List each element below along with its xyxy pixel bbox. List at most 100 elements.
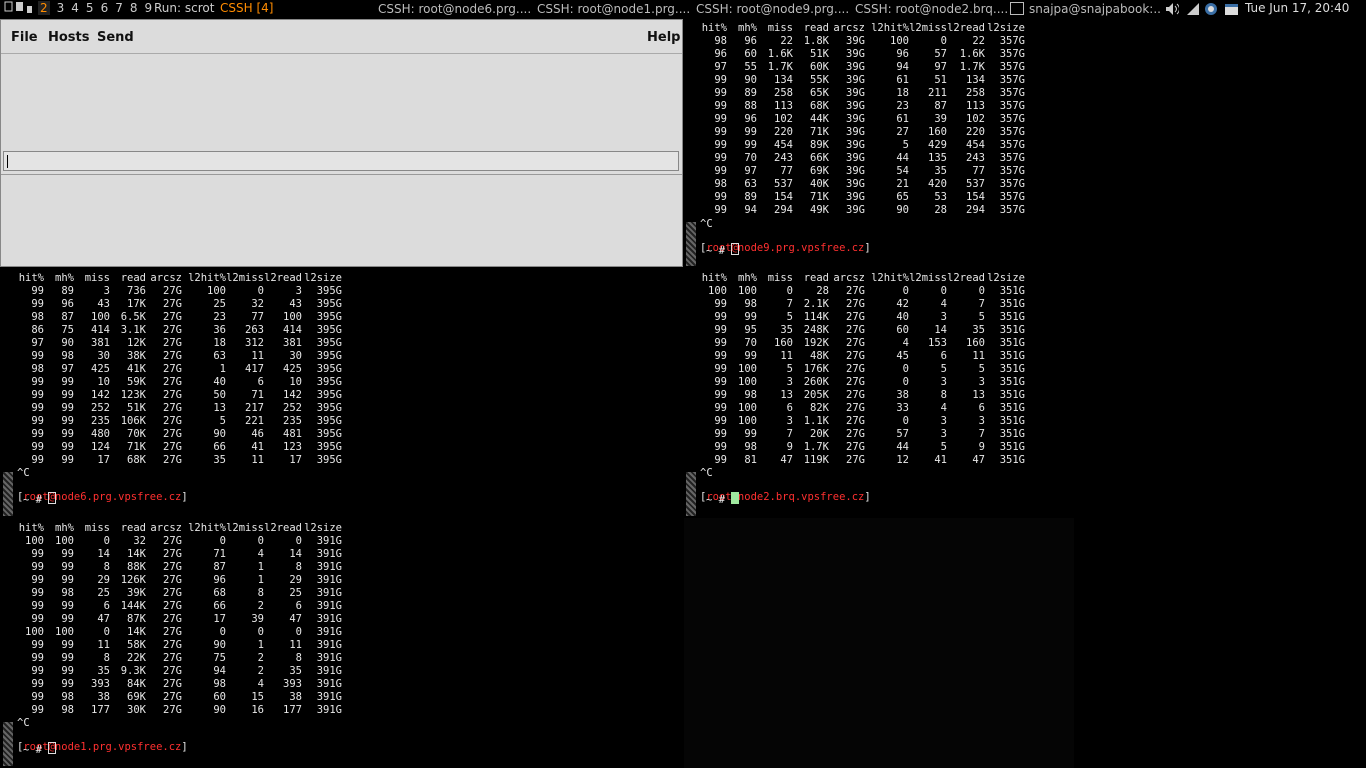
workspace-6[interactable]: 6 [101,1,109,15]
command-input[interactable] [3,151,679,171]
workspace-4[interactable]: 4 [71,1,79,15]
column-header: l2read [947,272,985,284]
stats-cell: 40 [213,376,226,388]
terminal-scrollbar[interactable] [686,472,696,516]
stats-cell: 14 [97,548,110,560]
calendar-icon[interactable] [1224,2,1238,16]
column-header: read [803,272,829,284]
stats-cell: 43 [97,298,110,310]
stats-cell: 27G [846,298,865,310]
task-cssh-node1[interactable]: CSSH: root@node1.prg.... [537,0,689,18]
stats-cell: 60 [896,324,909,336]
menu-hosts[interactable]: Hosts [48,30,90,45]
stats-cell: 39 [251,613,264,625]
stats-cell: 391G [316,574,342,586]
stats-cell: 429 [928,139,947,151]
stats-cell: 32 [251,298,264,310]
terminal-scrollbar[interactable] [686,222,696,266]
stats-cell: 99 [31,415,44,427]
stats-cell: 100 [25,626,44,638]
stats-cell: 39K [127,587,146,599]
stats-cell: 53 [934,191,947,203]
stats-row: 99 100 3 1.1K 27G 0 3 3 351G [697,415,1025,428]
stats-cell: 27G [846,363,865,375]
stats-cell: 351G [999,363,1025,375]
stats-cell: 71K [810,191,829,203]
terminal-node6[interactable]: hit% mh% miss read arcsz l2hit% l2miss l2read l2… [14,272,342,467]
stats-cell: 96 [896,48,909,60]
stats-cell: 23 [213,311,226,323]
stats-cell: 235 [283,415,302,427]
volume-icon[interactable] [1165,2,1179,16]
stats-cell: 99 [714,126,727,138]
stats-cell: 391G [316,691,342,703]
stats-cell: 351G [999,415,1025,427]
terminal-cursor [48,492,57,504]
stats-cell: 49K [810,204,829,216]
stats-cell: 425 [283,363,302,375]
stats-cell: 99 [61,454,74,466]
network-icon[interactable] [1204,2,1218,16]
stats-cell: 98 [744,389,757,401]
stats-cell: 99 [714,441,727,453]
stats-cell: 82K [810,402,829,414]
menu-file[interactable]: File [11,30,38,45]
task-cssh-node9[interactable]: CSSH: root@node9.prg.... [696,0,848,18]
stats-cell: 177 [283,704,302,716]
stats-cell: 391G [316,535,342,547]
stats-cell: 395G [316,454,342,466]
workspace-switcher[interactable]: 123456789 [38,1,159,15]
stats-cell: 84K [127,678,146,690]
stats-cell: 27G [163,652,182,664]
stats-cell: 27G [163,535,182,547]
terminal-node1[interactable]: hit% mh% miss read arcsz l2hit% l2miss l2read l2… [14,522,342,717]
stats-cell: 100 [738,402,757,414]
workspace-5[interactable]: 5 [86,1,94,15]
window-menu-icon[interactable] [4,0,34,19]
signal-icon[interactable] [1186,2,1200,16]
stats-row: 99 99 5 114K 27G 40 3 5 351G [697,311,1025,324]
workspace-7[interactable]: 7 [115,1,123,15]
task-cssh-node6[interactable]: CSSH: root@node6.prg.... [378,0,530,18]
menu-help[interactable]: Help [647,30,680,45]
terminal-scrollbar[interactable] [3,472,13,516]
stats-row: 99 99 10 59K 27G 40 6 10 395G [14,376,342,389]
task-cssh-node2[interactable]: CSSH: root@node2.brq.... [855,0,1007,18]
stats-cell: 391G [316,561,342,573]
stats-cell: 27G [163,626,182,638]
column-header: hit% [18,522,44,534]
stats-cell: 51 [934,74,947,86]
stats-cell: 99 [714,402,727,414]
stats-cell: 95 [744,324,757,336]
stats-cell: 0 [257,535,264,547]
stats-row: 99 90 134 55K 39G 61 51 134 357G [697,74,1025,87]
stats-cell: 27G [163,678,182,690]
task-terminal-snajpa[interactable]: snajpa@snajpabook:... [1010,0,1162,18]
stats-cell: 39G [846,178,865,190]
stats-cell: 97 [61,363,74,375]
workspace-9[interactable]: 9 [144,1,152,15]
stats-cell: 87 [934,100,947,112]
stats-cell: 27G [163,600,182,612]
stats-row: 99 88 113 68K 39G 23 87 113 357G [697,100,1025,113]
stats-row: 99 70 243 66K 39G 44 135 243 357G [697,152,1025,165]
stats-cell: 99 [31,376,44,388]
workspace-2[interactable]: 2 [38,1,50,15]
stats-cell: 1.1K [803,415,829,427]
workspace-8[interactable]: 8 [130,1,138,15]
stats-cell: 96 [744,35,757,47]
stats-cell: 44 [896,152,909,164]
terminal-icon [1010,2,1024,15]
stats-row: 99 100 3 260K 27G 0 3 3 351G [697,376,1025,389]
input-divider [1,174,682,175]
stats-row: 99 99 11 58K 27G 90 1 11 391G [14,639,342,652]
stats-cell: 243 [774,152,793,164]
stats-cell: 0 [902,376,909,388]
menu-send[interactable]: Send [97,30,134,45]
terminal-scrollbar[interactable] [3,722,13,766]
stats-cell: 27G [163,389,182,401]
terminal-node9[interactable]: hit% mh% miss read arcsz l2hit% l2miss l2read l2… [697,22,1025,217]
stats-cell: 100 [738,415,757,427]
workspace-3[interactable]: 3 [57,1,65,15]
terminal-node2[interactable]: hit% mh% miss read arcsz l2hit% l2miss l2read l2… [697,272,1025,467]
